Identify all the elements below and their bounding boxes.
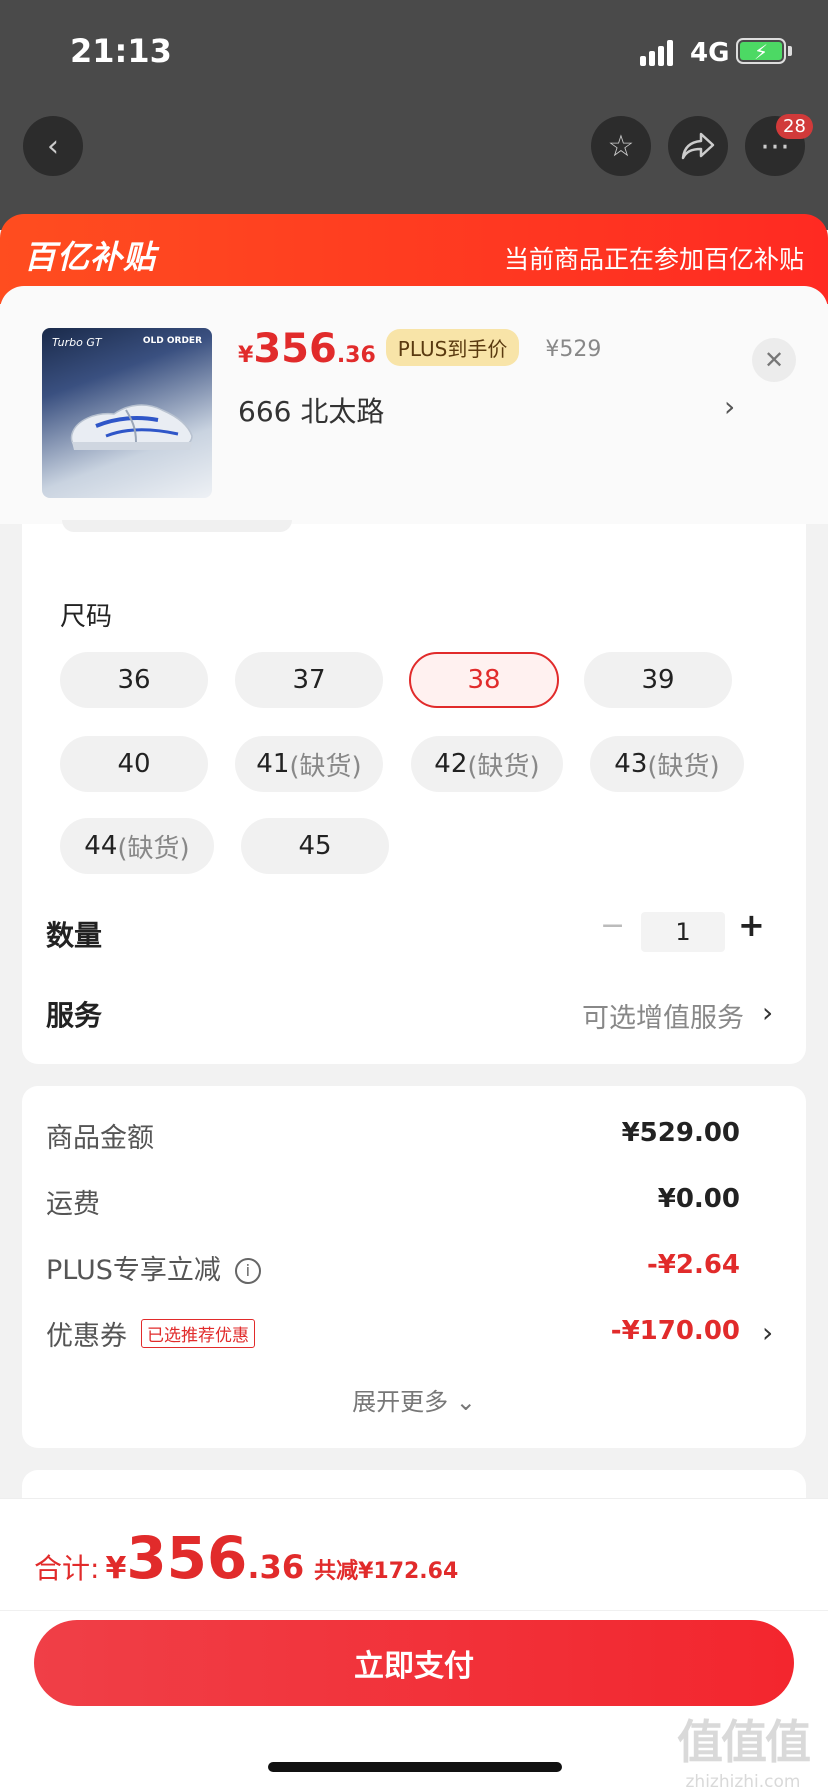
size-chip-39[interactable]: 39 [584,652,732,708]
goods-amount-value: ¥529.00 [621,1118,740,1148]
selected-spec[interactable]: 666 北太路 [238,390,384,430]
service-selector[interactable]: 可选增值服务 [582,996,744,1035]
product-summary: Turbo GT OLD ORDER ¥ 356 .36 PLUS到手价 ¥52… [0,286,828,524]
size-number: 40 [117,749,151,779]
network-label: 4G [690,38,730,68]
size-number: 44 [84,831,118,861]
size-chip-44[interactable]: 44 (缺货) [60,818,214,874]
battery-icon: ⚡ [736,38,786,64]
share-icon [681,132,715,160]
status-time: 21:13 [70,32,172,70]
size-stock: (缺货) [117,833,190,864]
quantity-increase-button[interactable]: + [738,906,765,944]
product-price-row: ¥ 356 .36 PLUS到手价 ¥529 [238,326,602,372]
expand-more-button[interactable]: 展开更多 ⌄ [0,1382,828,1417]
info-icon[interactable]: i [234,1257,261,1284]
total-symbol: ¥ [105,1551,127,1586]
price-decimal: .36 [336,343,376,368]
divider [0,1610,828,1611]
signal-icon [640,38,680,66]
options-panel [22,524,806,1064]
size-number: 38 [467,665,501,695]
size-chip-45[interactable]: 45 [241,818,389,874]
size-stock: (缺货) [647,751,720,782]
scrolled-chip-edge [62,520,292,532]
thumb-brand: Turbo GT [52,336,102,349]
watermark-logo: 值值值 [677,1715,811,1769]
total-row: 合计: ¥ 356 .36 共减¥172.64 [34,1524,458,1594]
size-chip-36[interactable]: 36 [60,652,208,708]
size-chip-40[interactable]: 40 [60,736,208,792]
size-chip-43[interactable]: 43 (缺货) [590,736,744,792]
size-chip-42[interactable]: 42 (缺货) [411,736,563,792]
size-number: 45 [298,831,332,861]
back-button[interactable]: ‹ [23,116,83,176]
product-image[interactable]: Turbo GT OLD ORDER [42,328,212,498]
home-indicator[interactable] [268,1762,562,1772]
size-stock: (缺货) [289,751,362,782]
quantity-input[interactable]: 1 [641,912,725,952]
goods-amount-label: 商品金额 [46,1123,154,1154]
size-number: 36 [117,665,151,695]
plus-price-badge: PLUS到手价 [385,329,520,366]
service-label: 服务 [46,999,103,1032]
chevron-right-icon[interactable]: › [762,1316,773,1349]
status-bar: 21:13 4G ⚡ [0,0,828,100]
plus-discount-text: PLUS专享立减 [46,1255,221,1286]
total-savings: 共减¥172.64 [314,1559,459,1584]
coupon-label: 优惠券 已选推荐优惠 [46,1314,255,1353]
thumb-model: OLD ORDER [142,336,202,346]
total-integer: 356 [126,1524,248,1592]
original-price: ¥529 [545,337,602,362]
total-label: 合计: [34,1552,100,1585]
share-button[interactable] [668,116,728,176]
favorite-button[interactable]: ☆ [591,116,651,176]
coupon-text: 优惠券 [46,1321,127,1352]
size-chip-41[interactable]: 41 (缺货) [235,736,383,792]
plus-discount-value: -¥2.64 [646,1250,740,1280]
size-number: 39 [641,665,675,695]
size-number: 37 [292,665,326,695]
coupon-value[interactable]: -¥170.00 [611,1316,740,1346]
size-number: 43 [614,749,648,779]
subsidy-logo: 百亿补贴 [24,238,157,276]
price-integer: 356 [253,326,337,372]
size-stock: (缺货) [467,751,540,782]
subsidy-note: 当前商品正在参加百亿补贴 [503,245,804,274]
pay-now-button[interactable]: 立即支付 [34,1620,794,1706]
chevron-right-icon[interactable]: › [724,390,735,423]
total-decimal: .36 [247,1548,305,1586]
size-number: 41 [256,749,290,779]
quantity-decrease-button[interactable]: − [600,908,625,943]
quantity-label: 数量 [46,919,103,952]
close-button[interactable]: ✕ [752,338,796,382]
size-number: 42 [434,749,468,779]
star-icon: ☆ [607,128,635,164]
plus-discount-label: PLUS专享立减 i [46,1248,261,1287]
shipping-value: ¥0.00 [657,1184,740,1214]
chevron-right-icon[interactable]: › [762,996,773,1029]
sneaker-image [70,404,193,450]
coupon-recommended-tag: 已选推荐优惠 [141,1319,255,1348]
watermark: 值值值 zhizhizhi.com [668,1706,818,1792]
price-symbol: ¥ [238,343,254,368]
watermark-url: zhizhizhi.com [685,1772,801,1792]
close-icon: ✕ [763,346,785,374]
size-title: 尺码 [60,602,113,632]
shipping-label: 运费 [46,1189,100,1220]
message-count-badge: 28 [776,114,813,139]
chevron-left-icon: ‹ [47,128,59,164]
size-chip-37[interactable]: 37 [235,652,383,708]
size-chip-38[interactable]: 38 [409,652,559,708]
